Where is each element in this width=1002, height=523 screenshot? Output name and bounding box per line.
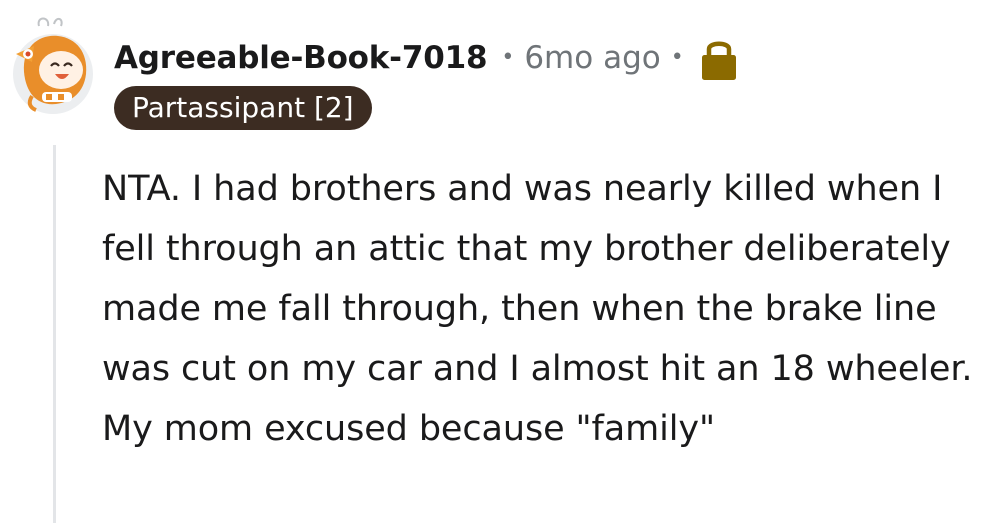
username-link[interactable]: Agreeable-Book-7018 bbox=[114, 40, 488, 76]
user-flair: Partassipant [2] bbox=[114, 86, 372, 130]
timestamp-link[interactable]: 6mo ago bbox=[524, 40, 660, 76]
avatar-icon[interactable] bbox=[6, 10, 102, 118]
meta-separator: • bbox=[670, 44, 684, 70]
thread-line[interactable] bbox=[53, 145, 56, 523]
comment-header: Agreeable-Book-7018 • 6mo ago • bbox=[114, 36, 740, 80]
lock-icon bbox=[701, 41, 736, 80]
meta-separator: • bbox=[501, 44, 515, 70]
comment-body: NTA. I had brothers and was nearly kille… bbox=[102, 169, 973, 449]
